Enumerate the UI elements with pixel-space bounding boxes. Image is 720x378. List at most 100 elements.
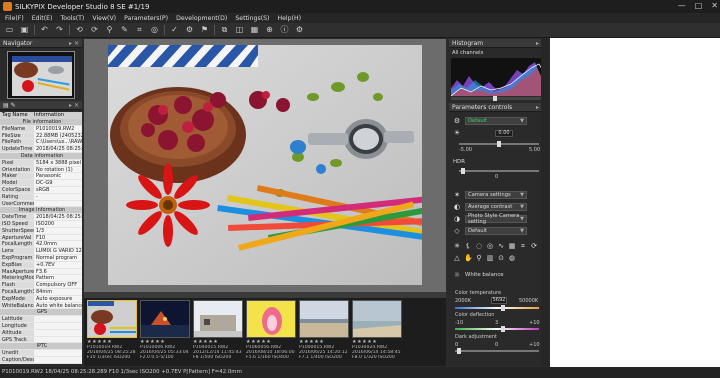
film-thumb[interactable]: ★ ★ ★ ★ ★ P1010019.RW2 2018/04/25 08:25:… bbox=[87, 300, 137, 364]
cd-knob[interactable] bbox=[501, 326, 505, 332]
spot-tool-icon[interactable]: ⊙ bbox=[497, 254, 505, 262]
color-temp-label: Color temperature bbox=[455, 290, 502, 296]
info-value: 84mm bbox=[34, 288, 82, 295]
dark-adjustment-slider[interactable] bbox=[455, 348, 539, 354]
da-knob[interactable] bbox=[457, 348, 461, 354]
info-panel-close-icon[interactable]: ▸ ✕ bbox=[69, 102, 79, 109]
hls-tool-icon[interactable]: ▦ bbox=[508, 242, 516, 250]
info-value: F3.6 bbox=[34, 268, 82, 275]
cd-value: 3 bbox=[495, 320, 499, 326]
photo-image bbox=[108, 45, 422, 285]
info-group-label: IPTC bbox=[0, 343, 82, 350]
tool-icons-row: ✳ ⚸ ◌ ◎ ∿ ▦ ⌗ ⟳ bbox=[453, 241, 545, 250]
contrast-icon[interactable]: ◐ bbox=[453, 203, 461, 211]
spot-icon[interactable]: ◎ bbox=[149, 25, 160, 35]
color-temp-value[interactable]: 5692 bbox=[491, 297, 507, 304]
gear-icon[interactable]: ⚙ bbox=[453, 117, 461, 125]
menu-file[interactable]: File(F) bbox=[5, 15, 24, 22]
sharp-tool-icon[interactable]: △ bbox=[453, 254, 461, 262]
exposure-value[interactable]: 0.00 bbox=[495, 130, 513, 137]
menu-edit[interactable]: Edit(E) bbox=[32, 15, 53, 22]
navigator-thumbnail[interactable] bbox=[7, 51, 75, 99]
crop-icon[interactable]: ⌗ bbox=[134, 25, 145, 35]
taste-dropdown[interactable]: Default ▼ bbox=[465, 116, 527, 125]
rotate-tool-icon[interactable]: ⟳ bbox=[530, 242, 538, 250]
info-row: ExpProgram Normal program bbox=[0, 254, 82, 262]
info-tag: Pixel bbox=[0, 159, 34, 166]
rating-icon[interactable]: ✓ bbox=[169, 25, 180, 35]
save-icon[interactable]: ▣ bbox=[19, 25, 30, 35]
menu-help[interactable]: Help(H) bbox=[277, 15, 301, 22]
tone-tool-icon[interactable]: ⚸ bbox=[464, 242, 472, 250]
hdr-knob[interactable] bbox=[461, 168, 465, 174]
undo-icon[interactable]: ↶ bbox=[39, 25, 50, 35]
mask-tool-icon[interactable]: ◍ bbox=[508, 254, 516, 262]
film-thumb[interactable]: ★ ★ ★ ★ ★ P1000015.RW2 2016/06/25 14:20:… bbox=[299, 300, 349, 364]
histogram-channel[interactable]: All channels bbox=[452, 50, 483, 56]
crop-tool-icon[interactable]: ⌗ bbox=[519, 242, 527, 250]
color-temp-slider[interactable] bbox=[455, 305, 539, 311]
params-scrollbar[interactable] bbox=[541, 39, 549, 366]
camera-settings-value: Camera settings bbox=[468, 191, 511, 198]
star-icon[interactable]: ✶ bbox=[453, 191, 461, 199]
contrast-dropdown[interactable]: Average contrast ▼ bbox=[465, 202, 527, 211]
redo-icon[interactable]: ↷ bbox=[54, 25, 65, 35]
exposure-knob[interactable] bbox=[497, 141, 501, 147]
film-thumb[interactable]: ★ ★ ★ ★ ★ P1060056.RW2 2016/08/10 18:06:… bbox=[246, 300, 296, 364]
lens-tool-icon[interactable]: ◎ bbox=[486, 242, 494, 250]
compare-icon[interactable]: ⧉ bbox=[219, 25, 230, 35]
sharpness-dropdown[interactable]: Default ▼ bbox=[465, 226, 527, 235]
menu-settings[interactable]: Settings(S) bbox=[235, 15, 269, 22]
white-balance-icon[interactable]: ☼ bbox=[453, 271, 461, 279]
zoom-icon[interactable]: ⊕ bbox=[264, 25, 275, 35]
close-button[interactable]: ✕ bbox=[711, 1, 718, 10]
sharpness-icon[interactable]: ◇ bbox=[453, 227, 461, 235]
exposure-icon[interactable]: ☀ bbox=[453, 129, 461, 137]
maximize-button[interactable]: □ bbox=[695, 1, 703, 10]
color-icon[interactable]: ◑ bbox=[453, 215, 461, 223]
camera-settings-dropdown[interactable]: Camera settings ▼ bbox=[465, 190, 527, 199]
open-folder-icon[interactable]: ▭ bbox=[4, 25, 15, 35]
eyedropper-icon[interactable]: ⚲ bbox=[104, 25, 115, 35]
grid-icon[interactable]: ▦ bbox=[249, 25, 260, 35]
info-icon[interactable]: ⓘ bbox=[279, 25, 290, 35]
info-group-row: Data information bbox=[0, 152, 82, 160]
menu-tools[interactable]: Tools(T) bbox=[60, 15, 84, 22]
curve-tool-icon[interactable]: ∿ bbox=[497, 242, 505, 250]
photo-style-dropdown[interactable]: Photo Style Camera setting ▼ bbox=[465, 213, 527, 225]
dropper-tool-icon[interactable]: ⚲ bbox=[475, 254, 483, 262]
info-tab-icon[interactable]: ▤ ✎ bbox=[3, 102, 16, 109]
hdr-slider[interactable] bbox=[459, 168, 539, 174]
grid-tool-icon[interactable]: ▥ bbox=[486, 254, 494, 262]
histogram-marker[interactable] bbox=[493, 96, 497, 101]
image-viewer[interactable] bbox=[84, 39, 446, 292]
fullscreen-icon[interactable]: ◫ bbox=[234, 25, 245, 35]
menu-development[interactable]: Development(D) bbox=[176, 15, 227, 22]
menu-parameters[interactable]: Parameters(P) bbox=[124, 15, 168, 22]
film-thumb[interactable]: ★ ★ ★ ★ ★ P1010006.RW2 2016/04/25 05:33:… bbox=[140, 300, 190, 364]
rotate-right-icon[interactable]: ⟳ bbox=[89, 25, 100, 35]
exposure-slider[interactable] bbox=[459, 141, 539, 147]
histogram-plot bbox=[451, 62, 547, 96]
menu-view[interactable]: View(V) bbox=[92, 15, 116, 22]
settings-icon[interactable]: ⚙ bbox=[294, 25, 305, 35]
hand-tool-icon[interactable]: ✋ bbox=[464, 254, 473, 262]
brush-icon[interactable]: ✎ bbox=[119, 25, 130, 35]
color-deflection-slider[interactable] bbox=[455, 326, 539, 332]
film-thumb[interactable]: ★ ★ ★ ★ ★ P1040015.RW2 2012/12/14 11:45:… bbox=[193, 300, 243, 364]
noise-tool-icon[interactable]: ◌ bbox=[475, 242, 483, 250]
wb-tool-icon[interactable]: ✳ bbox=[453, 242, 461, 250]
develop-icon[interactable]: ⚙ bbox=[184, 25, 195, 35]
histogram-range-bar[interactable] bbox=[451, 96, 547, 101]
main-photo[interactable] bbox=[108, 45, 422, 285]
color-temp-knob[interactable] bbox=[501, 305, 505, 311]
film-thumb[interactable]: ★ ★ ★ ★ ★ P1030024.RW2 2016/06/14 14:58:… bbox=[352, 300, 402, 364]
minimize-button[interactable]: — bbox=[678, 1, 686, 10]
filmstrip-scrollbar[interactable] bbox=[84, 292, 446, 298]
thumb-image bbox=[299, 300, 349, 338]
batch-icon[interactable]: ⚑ bbox=[199, 25, 210, 35]
info-tag: Maker bbox=[0, 173, 34, 180]
panel-menu-icon[interactable]: ▸ ✕ bbox=[69, 40, 79, 47]
info-value: Auto exposure bbox=[34, 295, 82, 302]
rotate-left-icon[interactable]: ⟲ bbox=[74, 25, 85, 35]
